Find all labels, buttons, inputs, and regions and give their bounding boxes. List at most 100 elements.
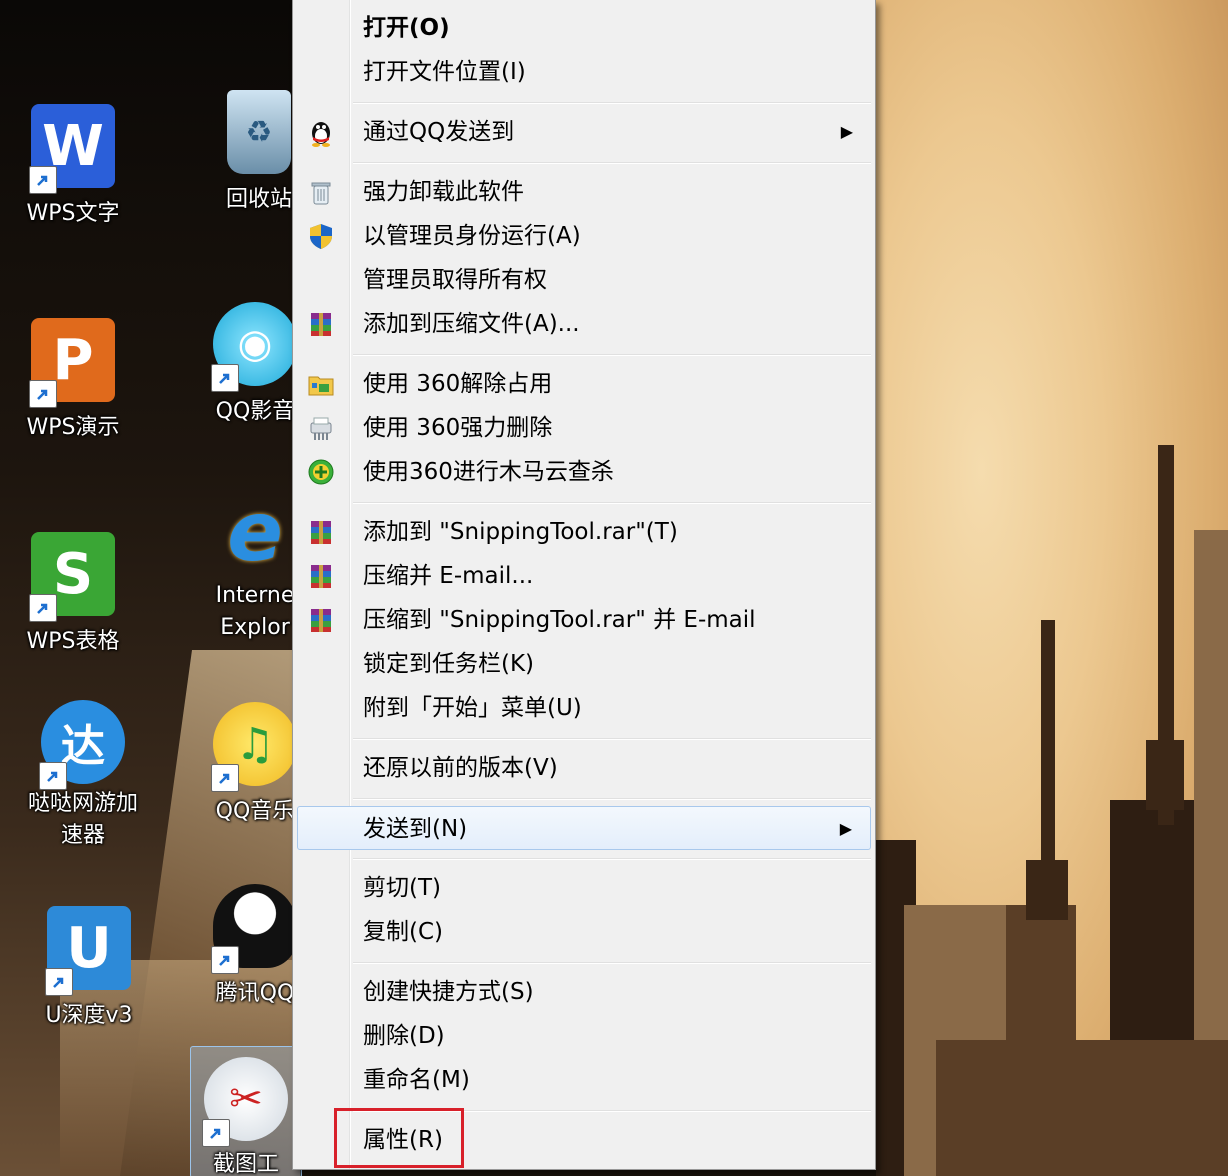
context-menu: 打开(O) 打开文件位置(I) 通过QQ发送到 ▶ 强力卸载此软件 以管理员身份…	[292, 0, 876, 1170]
folder-unlock-icon	[305, 368, 337, 400]
menu-item-label: 剪切(T)	[363, 875, 441, 901]
qq-music-icon: ♫	[211, 702, 297, 792]
desktop-icon-udepth[interactable]: U U深度v3	[34, 906, 144, 1032]
desktop-icon-wps-writer[interactable]: W WPS文字	[18, 104, 128, 230]
menu-item-create-shortcut[interactable]: 创建快捷方式(S)	[297, 970, 871, 1014]
desktop-icon-label: WPS文字	[26, 201, 120, 226]
dada-accelerator-icon: 达	[39, 700, 125, 790]
shortcut-arrow-icon	[211, 946, 239, 974]
shortcut-arrow-icon	[211, 764, 239, 792]
menu-item-label: 发送到(N)	[363, 816, 468, 842]
winrar-icon	[305, 516, 337, 548]
menu-item-label: 压缩到 "SnippingTool.rar" 并 E-mail	[363, 607, 756, 633]
qq-player-icon: ◉	[211, 302, 297, 392]
menu-item-send-to[interactable]: 发送到(N) ▶	[297, 806, 871, 850]
menu-separator	[353, 858, 871, 860]
winrar-icon	[305, 560, 337, 592]
qq-penguin-icon	[305, 116, 337, 148]
internet-explorer-icon: e	[227, 484, 283, 580]
shortcut-arrow-icon	[29, 380, 57, 408]
shortcut-arrow-icon	[29, 594, 57, 622]
wps-presentation-icon: P	[29, 318, 115, 408]
menu-separator	[353, 962, 871, 964]
menu-item-label: 使用 360强力删除	[363, 415, 553, 441]
menu-item-compress-and-email[interactable]: 压缩并 E-mail...	[297, 554, 871, 598]
menu-item-add-to-rar[interactable]: 添加到 "SnippingTool.rar"(T)	[297, 510, 871, 554]
properties-highlight-box	[334, 1108, 464, 1168]
shortcut-arrow-icon	[211, 364, 239, 392]
menu-separator	[353, 798, 871, 800]
desktop-icon-label: U深度v3	[45, 1003, 133, 1028]
menu-item-compress-to-rar-and-email[interactable]: 压缩到 "SnippingTool.rar" 并 E-mail	[297, 598, 871, 642]
menu-item-pin-to-start[interactable]: 附到「开始」菜单(U)	[297, 686, 871, 730]
uac-shield-icon	[305, 220, 337, 252]
menu-item-label: 强力卸载此软件	[363, 179, 524, 205]
wallpaper-sky	[876, 0, 1228, 1176]
menu-separator	[353, 502, 871, 504]
shortcut-arrow-icon	[202, 1119, 230, 1147]
menu-item-cut[interactable]: 剪切(T)	[297, 866, 871, 910]
desktop-icon-snipping-tool[interactable]: ✂ 截图工	[190, 1046, 302, 1176]
tencent-qq-icon	[211, 884, 297, 974]
menu-item-label: 添加到压缩文件(A)...	[363, 311, 580, 337]
shortcut-arrow-icon	[39, 762, 67, 790]
recycle-bin-icon: ♻	[227, 90, 291, 174]
menu-item-delete[interactable]: 删除(D)	[297, 1014, 871, 1058]
menu-item-restore-previous-versions[interactable]: 还原以前的版本(V)	[297, 746, 871, 790]
snipping-tool-icon: ✂	[202, 1057, 288, 1147]
desktop-icon-wps-spreadsheet[interactable]: S WPS表格	[18, 532, 128, 658]
menu-item-label: 使用 360解除占用	[363, 371, 553, 397]
shortcut-arrow-icon	[45, 968, 73, 996]
menu-item-label: 打开文件位置(I)	[363, 59, 526, 85]
menu-item-label: 管理员取得所有权	[363, 267, 547, 293]
menu-item-label: 打开(O)	[363, 15, 450, 41]
menu-item-360-trojan-scan[interactable]: 使用360进行木马云查杀	[297, 450, 871, 494]
menu-separator	[353, 354, 871, 356]
menu-item-label: 重命名(M)	[363, 1067, 470, 1093]
menu-item-send-via-qq[interactable]: 通过QQ发送到 ▶	[297, 110, 871, 154]
360-scan-icon	[305, 456, 337, 488]
shortcut-arrow-icon	[29, 166, 57, 194]
usb-udepth-icon: U	[45, 906, 131, 996]
desktop-icon-label-line2: 速器	[60, 823, 105, 848]
menu-item-pin-to-taskbar[interactable]: 锁定到任务栏(K)	[297, 642, 871, 686]
menu-separator	[353, 162, 871, 164]
winrar-icon	[305, 308, 337, 340]
submenu-arrow-icon: ▶	[840, 122, 853, 141]
winrar-icon	[305, 604, 337, 636]
desktop-icon-label: 截图工	[212, 1152, 279, 1176]
menu-item-label: 附到「开始」菜单(U)	[363, 695, 582, 721]
menu-item-label: 锁定到任务栏(K)	[363, 651, 535, 677]
menu-item-label: 复制(C)	[363, 919, 444, 945]
menu-item-label: 创建快捷方式(S)	[363, 979, 534, 1005]
menu-item-label: 还原以前的版本(V)	[363, 755, 558, 781]
menu-item-360-unlock[interactable]: 使用 360解除占用	[297, 362, 871, 406]
menu-separator	[353, 738, 871, 740]
trash-can-icon	[305, 176, 337, 208]
menu-item-label: 压缩并 E-mail...	[363, 563, 534, 589]
wps-spreadsheet-icon: S	[29, 532, 115, 622]
desktop-icon-label: WPS表格	[26, 629, 120, 654]
menu-item-label: 通过QQ发送到	[363, 119, 515, 145]
submenu-arrow-icon: ▶	[839, 819, 852, 838]
desktop-icon-label: 哒哒网游加	[28, 791, 139, 816]
menu-item-add-to-archive[interactable]: 添加到压缩文件(A)...	[297, 302, 871, 346]
menu-item-360-force-delete[interactable]: 使用 360强力删除	[297, 406, 871, 450]
menu-item-rename[interactable]: 重命名(M)	[297, 1058, 871, 1102]
desktop-icon-wps-presentation[interactable]: P WPS演示	[18, 318, 128, 444]
desktop-icon-label: WPS演示	[26, 415, 120, 440]
menu-item-open-file-location[interactable]: 打开文件位置(I)	[297, 50, 871, 94]
menu-item-take-ownership[interactable]: 管理员取得所有权	[297, 258, 871, 302]
menu-item-label: 使用360进行木马云查杀	[363, 459, 614, 485]
menu-item-run-as-admin[interactable]: 以管理员身份运行(A)	[297, 214, 871, 258]
menu-item-label: 添加到 "SnippingTool.rar"(T)	[363, 519, 678, 545]
menu-item-open[interactable]: 打开(O)	[297, 6, 871, 50]
menu-item-label: 以管理员身份运行(A)	[363, 223, 581, 249]
wps-writer-icon: W	[29, 104, 115, 194]
menu-item-force-uninstall[interactable]: 强力卸载此软件	[297, 170, 871, 214]
menu-item-copy[interactable]: 复制(C)	[297, 910, 871, 954]
menu-separator	[353, 102, 871, 104]
shredder-icon	[305, 412, 337, 444]
desktop-icon-dada-accelerator[interactable]: 达 哒哒网游加 速器	[28, 700, 138, 852]
menu-item-label: 删除(D)	[363, 1023, 445, 1049]
